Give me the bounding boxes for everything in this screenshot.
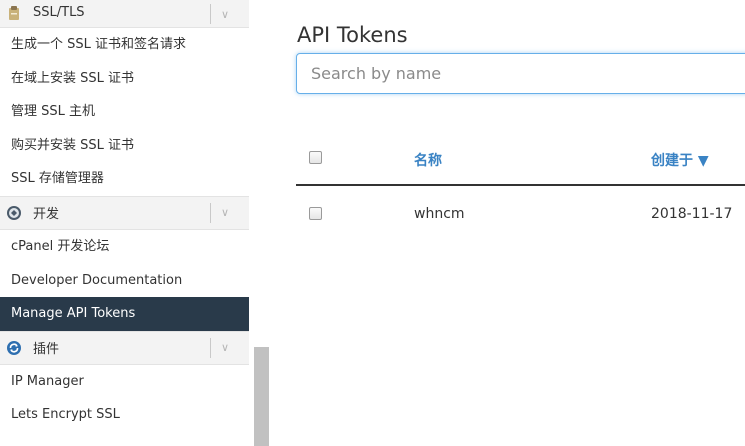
chevron-down-icon[interactable]: ∨ bbox=[210, 337, 239, 358]
sidebar-item-buy-ssl[interactable]: 购买并安装 SSL 证书 bbox=[0, 129, 249, 163]
group-title: 开发 bbox=[33, 207, 60, 223]
table-header: 名称 创建于 ▼ bbox=[296, 141, 745, 186]
ssl-certificate-icon bbox=[5, 4, 23, 22]
chevron-down-icon[interactable]: ∨ bbox=[210, 202, 239, 223]
sidebar-item-cpanel-forum[interactable]: cPanel 开发论坛 bbox=[0, 230, 249, 264]
row-select-checkbox[interactable] bbox=[309, 207, 322, 220]
sidebar-item-manage-ssl-hosts[interactable]: 管理 SSL 主机 bbox=[0, 95, 249, 129]
sidebar-item-ip-manager[interactable]: IP Manager bbox=[0, 365, 249, 399]
sidebar: SSL/TLS ∨ 生成一个 SSL 证书和签名请求 在域上安装 SSL 证书 … bbox=[0, 0, 250, 446]
chevron-down-icon[interactable]: ∨ bbox=[210, 4, 239, 24]
sidebar-item-developer-docs[interactable]: Developer Documentation bbox=[0, 264, 249, 298]
column-header-name[interactable]: 名称 bbox=[414, 150, 442, 170]
sidebar-item-generate-ssl-csr[interactable]: 生成一个 SSL 证书和签名请求 bbox=[0, 28, 249, 62]
group-header-plugins[interactable]: 插件 ∨ bbox=[0, 330, 249, 365]
group-title: SSL/TLS bbox=[33, 5, 85, 20]
search-input[interactable] bbox=[296, 53, 745, 94]
sidebar-item-lets-encrypt[interactable]: Lets Encrypt SSL bbox=[0, 398, 249, 432]
column-header-created[interactable]: 创建于 ▼ bbox=[651, 150, 709, 170]
table-row: whncm 2018-11-17 bbox=[296, 186, 745, 242]
main-content: API Tokens 名称 创建于 ▼ whncm 2018-11-17 bbox=[269, 0, 745, 446]
sidebar-scrollbar-thumb[interactable] bbox=[254, 347, 269, 446]
group-title: 插件 bbox=[33, 342, 60, 358]
sidebar-item-manage-api-tokens[interactable]: Manage API Tokens bbox=[0, 297, 249, 331]
sidebar-item-ssl-storage[interactable]: SSL 存储管理器 bbox=[0, 162, 249, 196]
plugin-refresh-icon bbox=[5, 339, 23, 357]
developer-gear-icon bbox=[5, 204, 23, 222]
group-header-ssl-tls[interactable]: SSL/TLS ∨ bbox=[0, 0, 249, 28]
token-created-cell: 2018-11-17 bbox=[651, 206, 733, 222]
token-name-cell: whncm bbox=[414, 206, 465, 222]
sidebar-item-install-ssl[interactable]: 在域上安装 SSL 证书 bbox=[0, 62, 249, 96]
page-title: API Tokens bbox=[297, 23, 408, 48]
select-all-checkbox[interactable] bbox=[309, 151, 322, 164]
group-header-development[interactable]: 开发 ∨ bbox=[0, 195, 249, 230]
